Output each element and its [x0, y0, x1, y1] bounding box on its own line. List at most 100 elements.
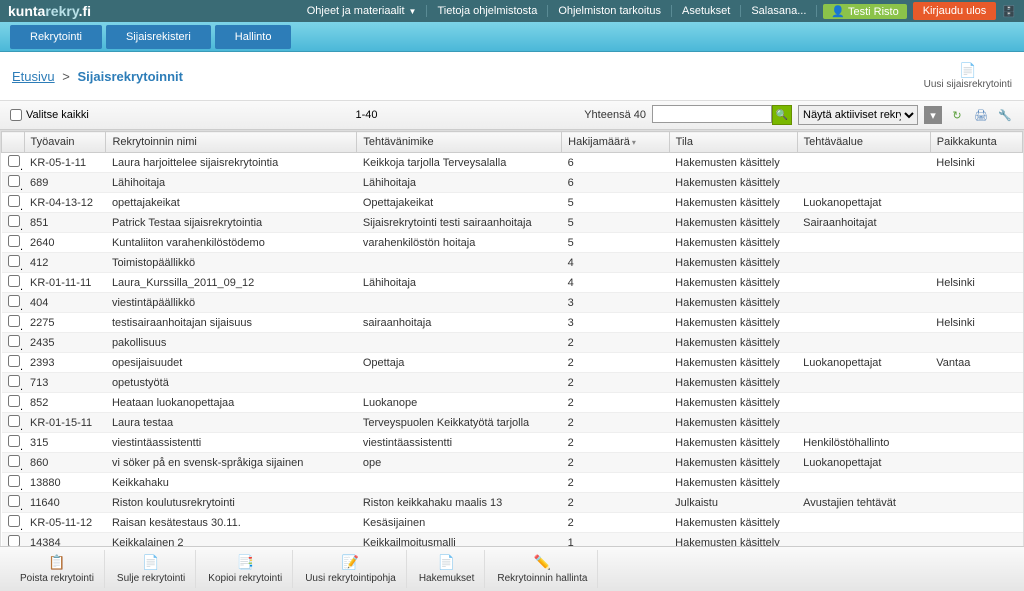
table-row[interactable]: 851 Patrick Testaa sijaisrekrytointia Si…: [2, 213, 1023, 233]
close-recruitment-button[interactable]: 📄Sulje rekrytointi: [107, 550, 196, 588]
table-row[interactable]: 315 viestintäassistentti viestintäassist…: [2, 433, 1023, 453]
row-checkbox[interactable]: [8, 435, 20, 447]
row-checkbox[interactable]: [8, 275, 20, 287]
table-row[interactable]: KR-05-1-11 Laura harjoittelee sijaisrekr…: [2, 153, 1023, 173]
tab-rekrytointi[interactable]: Rekrytointi: [10, 25, 102, 49]
logout-button[interactable]: Kirjaudu ulos: [913, 2, 997, 20]
row-checkbox[interactable]: [8, 515, 20, 527]
cell-paikka: [930, 453, 1022, 473]
delete-recruitment-button[interactable]: 📋Poista rekrytointi: [10, 550, 105, 588]
wrench-icon[interactable]: 🔧: [996, 106, 1014, 124]
row-checkbox[interactable]: [8, 175, 20, 187]
table-row[interactable]: 2275 testisairaanhoitajan sijaisuus sair…: [2, 313, 1023, 333]
filter-select[interactable]: Näytä aktiiviset rekrytoinnit: [798, 105, 918, 125]
header-link-tarkoitus[interactable]: Ohjelmiston tarkoitus: [548, 5, 672, 17]
copy-recruitment-button[interactable]: 📑Kopioi rekrytointi: [198, 550, 293, 588]
table-row[interactable]: 2435 pakollisuus 2 Hakemusten käsittely: [2, 333, 1023, 353]
cell-tyoavain: 11640: [24, 493, 106, 513]
cell-tyoavain: 2640: [24, 233, 106, 253]
column-hakijamaara[interactable]: Hakijamäärä▾: [562, 132, 670, 153]
row-checkbox[interactable]: [8, 255, 20, 267]
applications-icon: 📄: [438, 554, 455, 571]
data-table-container: Työavain Rekrytoinnin nimi Tehtävänimike…: [0, 130, 1024, 560]
template-icon: 📝: [342, 554, 359, 571]
user-badge[interactable]: 👤 Testi Risto: [823, 4, 906, 19]
cell-paikka: [930, 513, 1022, 533]
applications-button[interactable]: 📄Hakemukset: [409, 550, 486, 588]
column-paikkakunta[interactable]: Paikkakunta: [930, 132, 1022, 153]
table-row[interactable]: 2640 Kuntaliiton varahenkilöstödemo vara…: [2, 233, 1023, 253]
cell-tyoavain: 13880: [24, 473, 106, 493]
table-row[interactable]: 860 vi söker på en svensk-språkiga sijai…: [2, 453, 1023, 473]
table-row[interactable]: KR-04-13-12 opettajakeikat Opettajakeika…: [2, 193, 1023, 213]
table-row[interactable]: 2393 opesijaisuudet Opettaja 2 Hakemuste…: [2, 353, 1023, 373]
tab-sijaisrekisteri[interactable]: Sijaisrekisteri: [106, 25, 211, 49]
table-row[interactable]: KR-01-11-11 Laura_Kurssilla_2011_09_12 L…: [2, 273, 1023, 293]
cell-tehtava: Terveyspuolen Keikkatyötä tarjolla: [357, 413, 562, 433]
new-template-button[interactable]: 📝Uusi rekrytointipohja: [295, 550, 407, 588]
pagination-range: 1-40: [99, 109, 574, 121]
row-checkbox[interactable]: [8, 495, 20, 507]
cell-tila: Hakemusten käsittely: [669, 513, 797, 533]
footer-toolbar: 📋Poista rekrytointi 📄Sulje rekrytointi 📑…: [0, 546, 1024, 591]
header-link-tietoja[interactable]: Tietoja ohjelmistosta: [427, 5, 548, 17]
row-checkbox[interactable]: [8, 155, 20, 167]
row-checkbox[interactable]: [8, 215, 20, 227]
cell-tehtava: sairaanhoitaja: [357, 313, 562, 333]
cell-nimi: Laura_Kurssilla_2011_09_12: [106, 273, 357, 293]
table-row[interactable]: 852 Heataan luokanopettajaa Luokanope 2 …: [2, 393, 1023, 413]
cell-tyoavain: 315: [24, 433, 106, 453]
column-tehtavanimike[interactable]: Tehtävänimike: [357, 132, 562, 153]
row-checkbox[interactable]: [8, 195, 20, 207]
header-link-salasana[interactable]: Salasana...: [741, 5, 817, 17]
row-checkbox[interactable]: [8, 455, 20, 467]
cell-tila: Julkaistu: [669, 493, 797, 513]
new-recruitment-button[interactable]: 📄 Uusi sijaisrekrytointi: [924, 62, 1012, 90]
row-checkbox[interactable]: [8, 395, 20, 407]
cart-icon[interactable]: 🗄️: [1002, 5, 1016, 18]
dropdown-square-icon[interactable]: ▾: [924, 106, 942, 124]
column-nimi[interactable]: Rekrytoinnin nimi: [106, 132, 357, 153]
table-row[interactable]: 13880 Keikkahaku 2 Hakemusten käsittely: [2, 473, 1023, 493]
table-row[interactable]: 412 Toimistopäällikkö 4 Hakemusten käsit…: [2, 253, 1023, 273]
row-checkbox[interactable]: [8, 355, 20, 367]
print-icon[interactable]: 🖨: [972, 106, 990, 124]
manage-recruitment-button[interactable]: ✏️Rekrytoinnin hallinta: [487, 550, 598, 588]
column-checkbox[interactable]: [2, 132, 25, 153]
cell-paikka: Vantaa: [930, 353, 1022, 373]
row-checkbox[interactable]: [8, 235, 20, 247]
column-tyoavain[interactable]: Työavain: [24, 132, 106, 153]
row-checkbox[interactable]: [8, 335, 20, 347]
cell-nimi: Laura testaa: [106, 413, 357, 433]
copy-icon: 📑: [237, 554, 254, 571]
cell-tehtava: Keikkoja tarjolla Terveysalalla: [357, 153, 562, 173]
row-checkbox[interactable]: [8, 375, 20, 387]
table-row[interactable]: 11640 Riston koulutusrekrytointi Riston …: [2, 493, 1023, 513]
row-checkbox[interactable]: [8, 415, 20, 427]
search-button[interactable]: 🔍: [772, 105, 792, 125]
table-row[interactable]: 689 Lähihoitaja Lähihoitaja 6 Hakemusten…: [2, 173, 1023, 193]
column-tehtavaalue[interactable]: Tehtäväalue: [797, 132, 930, 153]
table-row[interactable]: 404 viestintäpäällikkö 3 Hakemusten käsi…: [2, 293, 1023, 313]
search-input[interactable]: [652, 105, 772, 123]
cell-tehtava: [357, 293, 562, 313]
table-row[interactable]: KR-05-11-12 Raisan kesätestaus 30.11. Ke…: [2, 513, 1023, 533]
header-link-ohjeet[interactable]: Ohjeet ja materiaalit▼: [297, 5, 428, 17]
table-row[interactable]: KR-01-15-11 Laura testaa Terveyspuolen K…: [2, 413, 1023, 433]
column-tila[interactable]: Tila: [669, 132, 797, 153]
row-checkbox[interactable]: [8, 315, 20, 327]
cell-nimi: Keikkahaku: [106, 473, 357, 493]
tab-bar: Rekrytointi Sijaisrekisteri Hallinto: [0, 22, 1024, 52]
row-checkbox[interactable]: [8, 295, 20, 307]
table-row[interactable]: 713 opetustyötä 2 Hakemusten käsittely: [2, 373, 1023, 393]
cell-tehtava: varahenkilöstön hoitaja: [357, 233, 562, 253]
tab-hallinto[interactable]: Hallinto: [215, 25, 292, 49]
refresh-icon[interactable]: ↻: [948, 106, 966, 124]
cell-alue: [797, 233, 930, 253]
breadcrumb-home[interactable]: Etusivu: [12, 69, 55, 84]
cell-tehtava: [357, 333, 562, 353]
row-checkbox[interactable]: [8, 475, 20, 487]
header-link-asetukset[interactable]: Asetukset: [672, 5, 741, 17]
cell-tyoavain: 860: [24, 453, 106, 473]
select-all-checkbox[interactable]: [10, 109, 22, 121]
